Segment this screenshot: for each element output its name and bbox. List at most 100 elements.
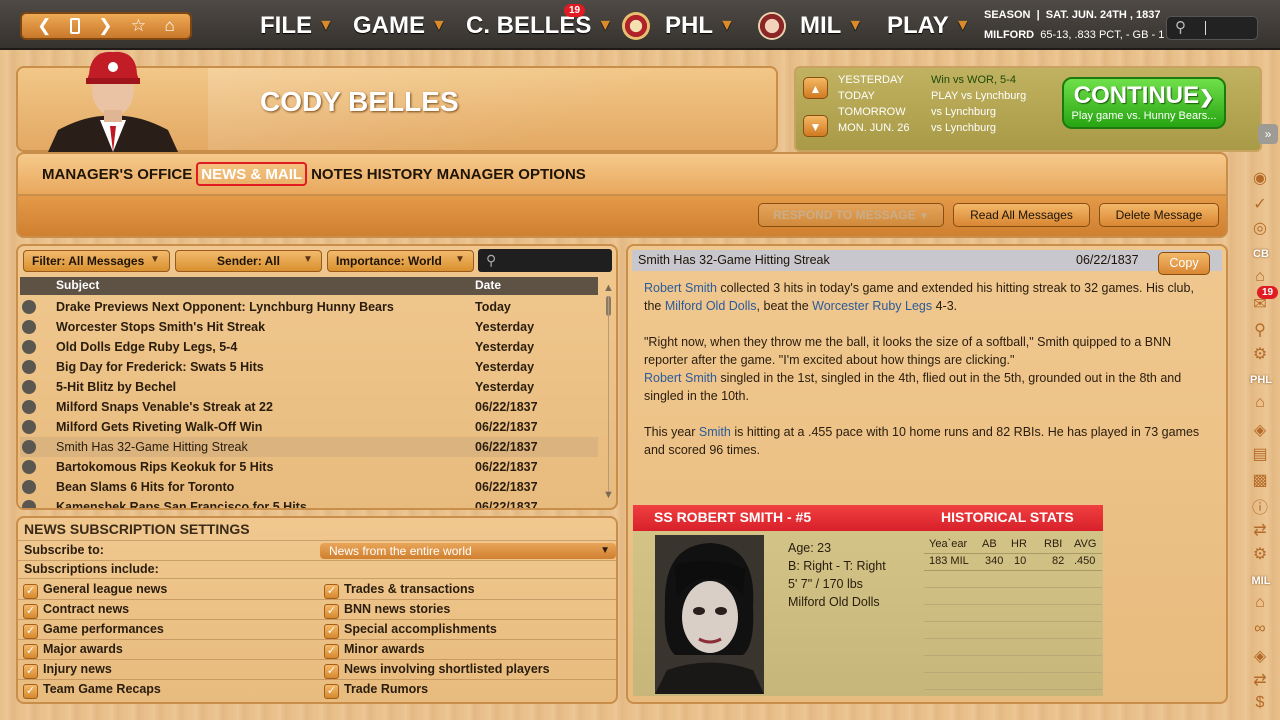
code-icon[interactable]: ⇄ — [1250, 670, 1270, 690]
message-subject: Old Dolls Edge Ruby Legs, 5-4 — [56, 340, 238, 354]
team-link[interactable]: Milford Old Dolls — [665, 299, 757, 313]
checkbox-special-accomplishments[interactable]: ✓ — [324, 624, 339, 639]
global-search-input[interactable]: ⚲ — [1166, 16, 1258, 40]
unread-dot-icon — [22, 480, 36, 494]
chevron-down-icon: ▼ — [455, 254, 465, 265]
season-info: SEASON | SAT. JUN. 24TH , 1837 MILFORD 6… — [984, 5, 1164, 45]
checkbox-injury-news[interactable]: ✓ — [23, 664, 38, 679]
chevron-down-icon: ▼ — [150, 254, 160, 265]
tab-notes[interactable]: NOTES — [311, 166, 363, 183]
column-subject[interactable]: Subject — [56, 278, 99, 292]
gear-icon[interactable]: ⚙ — [1250, 544, 1270, 564]
mil-logo-icon — [758, 12, 786, 40]
page-icon[interactable] — [69, 18, 80, 34]
star-icon[interactable]: ☆ — [131, 16, 146, 36]
message-search-input[interactable]: ⚲ — [478, 249, 612, 272]
menu-game[interactable]: GAME ▼ — [353, 12, 447, 40]
tab-manager-options[interactable]: MANAGER OPTIONS — [437, 166, 586, 183]
player-link[interactable]: Robert Smith — [644, 281, 717, 295]
sender-dropdown[interactable]: Sender: All — [175, 250, 322, 272]
message-row[interactable]: Drake Previews Next Opponent: Lynchburg … — [20, 297, 598, 317]
message-row[interactable]: Big Day for Frederick: Swats 5 Hits Yeste… — [20, 357, 598, 377]
menu-mil[interactable]: MIL ▼ — [800, 12, 863, 40]
message-date: Yesterday — [475, 360, 535, 374]
gear-icon[interactable]: ⚙ — [1250, 344, 1270, 364]
subscribe-to-dropdown[interactable]: News from the entire world ▼ — [320, 543, 616, 559]
tag-icon[interactable]: ◈ — [1250, 646, 1270, 666]
checkbox-shortlisted-players[interactable]: ✓ — [324, 664, 339, 679]
copy-button[interactable]: Copy — [1158, 252, 1210, 275]
chevron-down-icon: ▼ — [431, 17, 447, 34]
menu-file-label: FILE — [260, 12, 312, 39]
schedule-label-yesterday: YESTERDAY — [838, 74, 904, 86]
filter-dropdown[interactable]: Filter: All Messages — [23, 250, 170, 272]
checkbox-general-league-news[interactable]: ✓ — [23, 584, 38, 599]
player-link[interactable]: Smith — [699, 425, 731, 439]
checkbox-minor-awards[interactable]: ✓ — [324, 644, 339, 659]
home-icon[interactable]: ⌂ — [1250, 268, 1270, 288]
globe-icon[interactable]: ◎ — [1250, 218, 1270, 238]
forward-icon[interactable]: ❯ — [98, 16, 112, 36]
tab-managers-office[interactable]: MANAGER'S OFFICE — [42, 166, 192, 183]
link-icon[interactable]: ∞ — [1250, 620, 1270, 640]
unread-dot-icon — [22, 380, 36, 394]
message-row[interactable]: Old Dolls Edge Ruby Legs, 5-4 Yesterday — [20, 337, 598, 357]
news-icon[interactable]: ▤ — [1250, 444, 1270, 464]
schedule-up-button[interactable]: ▲ — [803, 77, 828, 99]
search-icon[interactable]: ⚲ — [1250, 320, 1270, 340]
importance-dropdown[interactable]: Importance: World — [327, 250, 474, 272]
message-subject: 5-Hit Blitz by Bechel — [56, 380, 177, 394]
back-icon[interactable]: ❮ — [37, 16, 51, 36]
continue-button[interactable]: CONTINUE❯ Play game vs. Hunny Bears... — [1062, 77, 1226, 129]
code-icon[interactable]: ⇄ — [1250, 520, 1270, 540]
message-date: 06/22/1837 — [475, 480, 538, 494]
message-list-scrollbar[interactable]: ▲ ▼ — [602, 282, 616, 504]
player-card-header: SS ROBERT SMITH - #5 HISTORICAL STATS — [633, 505, 1103, 531]
checkbox-contract-news[interactable]: ✓ — [23, 604, 38, 619]
checkbox-trade-rumors[interactable]: ✓ — [324, 684, 339, 699]
tab-news-mail[interactable]: NEWS & MAIL — [196, 162, 308, 186]
bar-chart-icon[interactable]: ▩ — [1250, 470, 1270, 490]
menu-play[interactable]: PLAY ▼ — [887, 12, 971, 40]
home-icon[interactable]: ⌂ — [1250, 594, 1270, 614]
delete-message-button[interactable]: Delete Message — [1099, 203, 1219, 227]
checkbox-team-game-recaps[interactable]: ✓ — [23, 684, 38, 699]
location-pin-icon[interactable]: ◉ — [1250, 168, 1270, 188]
menu-file[interactable]: FILE ▼ — [260, 12, 334, 40]
message-row-selected[interactable]: Smith Has 32-Game Hitting Streak 06/22/18… — [20, 437, 598, 457]
column-date[interactable]: Date — [475, 278, 501, 292]
player-link[interactable]: Robert Smith — [644, 371, 717, 385]
menu-manager[interactable]: C. BELLES ▼ — [466, 12, 613, 40]
checkbox-major-awards[interactable]: ✓ — [23, 644, 38, 659]
expand-sidebar-icon[interactable]: » — [1258, 124, 1278, 144]
message-row[interactable]: Kamenshek Raps San Francisco for 5 Hits 0… — [20, 497, 598, 508]
info-icon[interactable]: ⓘ — [1250, 494, 1270, 517]
scroll-down-icon[interactable]: ▼ — [603, 489, 614, 501]
message-row[interactable]: Milford Snaps Venable's Streak at 22 06/2… — [20, 397, 598, 417]
scroll-up-icon[interactable]: ▲ — [603, 282, 614, 294]
checkmark-icon[interactable]: ✓ — [1250, 194, 1270, 214]
message-row[interactable]: Worcester Stops Smith's Hit Streak Yester… — [20, 317, 598, 337]
team-link[interactable]: Worcester Ruby Legs — [812, 299, 932, 313]
home-icon[interactable]: ⌂ — [165, 16, 175, 36]
schedule-down-button[interactable]: ▼ — [803, 115, 828, 137]
checkbox-game-performances[interactable]: ✓ — [23, 624, 38, 639]
message-row[interactable]: Bean Slams 6 Hits for Toronto 06/22/1837 — [20, 477, 598, 497]
read-all-messages-button[interactable]: Read All Messages — [953, 203, 1090, 227]
respond-to-message-button[interactable]: RESPOND TO MESSAGE ▼ — [758, 203, 944, 227]
player-card-title[interactable]: SS ROBERT SMITH - #5 — [654, 509, 811, 525]
message-row[interactable]: Milford Gets Riveting Walk-Off Win 06/22/… — [20, 417, 598, 437]
unread-dot-icon — [22, 500, 36, 508]
message-row[interactable]: 5-Hit Blitz by Bechel Yesterday — [20, 377, 598, 397]
tag-icon[interactable]: ◈ — [1250, 420, 1270, 440]
stats-avg: .450 — [1074, 555, 1096, 567]
menu-phl[interactable]: PHL ▼ — [665, 12, 735, 40]
checkbox-bnn-news-stories[interactable]: ✓ — [324, 604, 339, 619]
home-icon[interactable]: ⌂ — [1250, 394, 1270, 414]
message-row[interactable]: Bartokomous Rips Keokuk for 5 Hits 06/22/… — [20, 457, 598, 477]
tab-history[interactable]: HISTORY — [367, 166, 433, 183]
historical-stats-title: HISTORICAL STATS — [941, 509, 1074, 525]
dollar-icon[interactable]: $ — [1250, 694, 1270, 714]
season-label: SEASON — [984, 9, 1031, 21]
checkbox-trades-transactions[interactable]: ✓ — [324, 584, 339, 599]
